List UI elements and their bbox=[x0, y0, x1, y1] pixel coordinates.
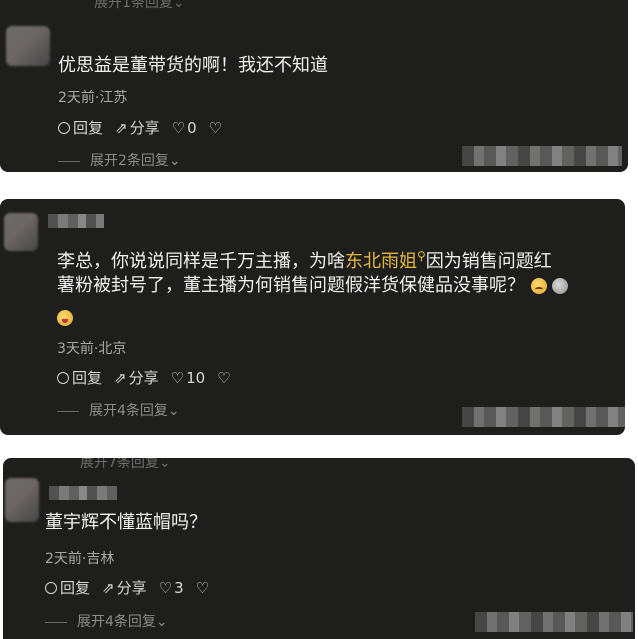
avatar[interactable] bbox=[5, 478, 39, 522]
broken-heart-icon: ♡ bbox=[208, 118, 223, 137]
comment-meta: 3天前·北京 bbox=[57, 341, 127, 357]
comment-text-part: 薯粉被封号了，董主播为何销售问题假洋货保健品没事呢？ bbox=[57, 275, 525, 296]
comment-bubble-icon bbox=[57, 371, 69, 384]
expand-replies-button[interactable]: 展开4条回复⌄ bbox=[57, 400, 180, 420]
divider bbox=[58, 160, 80, 162]
expand-replies-button[interactable]: 展开2条回复⌄ bbox=[58, 150, 181, 170]
share-button[interactable]: ⇗ 分享 bbox=[115, 117, 160, 138]
comment-card: 展开7条回复⌄ 董宇辉不懂蓝帽吗？ 2天前·吉林 回复 ⇗ 分享 ♡ 3 ♡ 展… bbox=[3, 458, 635, 639]
share-button[interactable]: ⇗ 分享 bbox=[102, 577, 147, 598]
share-button[interactable]: ⇗ 分享 bbox=[114, 367, 159, 388]
avatar[interactable] bbox=[4, 213, 38, 251]
like-button[interactable]: ♡ 0 bbox=[172, 119, 197, 137]
reply-button[interactable]: 回复 bbox=[57, 367, 102, 388]
previous-expand-label: 展开7条回复 bbox=[80, 458, 159, 471]
heart-icon: ♡ bbox=[170, 368, 185, 387]
share-arrow-icon: ⇗ bbox=[102, 578, 115, 597]
angry-emoji-icon bbox=[57, 310, 73, 326]
expand-label: 展开2条回复 bbox=[90, 153, 169, 169]
share-label: 分享 bbox=[129, 119, 160, 137]
chevron-down-icon: ⌄ bbox=[155, 614, 168, 630]
comment-actions: 回复 ⇗ 分享 ♡ 0 ♡ bbox=[58, 117, 236, 138]
dislike-button[interactable]: ♡ bbox=[217, 369, 232, 387]
chevron-down-icon: ⌄ bbox=[168, 153, 181, 169]
chevron-down-icon: ⌄ bbox=[167, 403, 180, 419]
comment-meta: 2天前·吉林 bbox=[45, 551, 115, 567]
expand-replies-button[interactable]: 展开4条回复⌄ bbox=[45, 611, 168, 631]
comment-feed: 展开1条回复⌄ 优思益是董带货的啊！我还不知道 2天前·江苏 回复 ⇗ 分享 ♡… bbox=[0, 0, 638, 639]
like-count: 3 bbox=[174, 578, 184, 597]
reply-label: 回复 bbox=[73, 119, 104, 137]
blurred-region bbox=[462, 146, 622, 166]
share-arrow-icon: ⇗ bbox=[115, 118, 128, 137]
like-button[interactable]: ♡ 3 bbox=[159, 579, 184, 597]
crying-emoji-icon bbox=[530, 278, 547, 294]
divider bbox=[45, 621, 67, 623]
comment-bubble-icon bbox=[58, 121, 70, 134]
share-label: 分享 bbox=[116, 579, 147, 597]
comment-text-line3 bbox=[57, 303, 73, 333]
avatar[interactable] bbox=[6, 26, 50, 66]
expand-label: 展开4条回复 bbox=[89, 403, 168, 419]
comment-card: 展开1条回复⌄ 优思益是董带货的啊！我还不知道 2天前·江苏 回复 ⇗ 分享 ♡… bbox=[0, 0, 628, 172]
comment-text: 优思益是董带货的啊！我还不知道 bbox=[58, 55, 328, 76]
like-count: 10 bbox=[186, 368, 206, 387]
previous-expand-replies[interactable]: 展开7条回复⌄ bbox=[80, 458, 171, 472]
keyword-link[interactable]: 东北雨姐 bbox=[345, 251, 417, 272]
dislike-button[interactable]: ♡ bbox=[196, 579, 211, 597]
chevron-down-icon: ⌄ bbox=[172, 0, 185, 11]
username-blurred[interactable] bbox=[48, 214, 104, 228]
chevron-down-icon: ⌄ bbox=[158, 458, 171, 471]
previous-expand-label: 展开1条回复 bbox=[94, 0, 173, 11]
reply-label: 回复 bbox=[60, 579, 91, 597]
reply-button[interactable]: 回复 bbox=[45, 577, 90, 598]
comment-text-line2: 薯粉被封号了，董主播为何销售问题假洋货保健品没事呢？ bbox=[57, 271, 569, 301]
heart-icon: ♡ bbox=[158, 578, 173, 597]
broken-heart-icon: ♡ bbox=[195, 578, 210, 597]
search-icon[interactable]: ⚲ bbox=[417, 249, 426, 263]
share-arrow-icon: ⇗ bbox=[114, 368, 127, 387]
expand-label: 展开4条回复 bbox=[77, 614, 156, 630]
previous-expand-replies[interactable]: 展开1条回复⌄ bbox=[94, 0, 185, 12]
comment-bubble-icon bbox=[45, 581, 57, 594]
blurred-region bbox=[462, 407, 625, 427]
reply-button[interactable]: 回复 bbox=[58, 117, 103, 138]
divider bbox=[57, 410, 79, 412]
broken-heart-icon: ♡ bbox=[217, 368, 231, 387]
cat-emoji-icon bbox=[552, 278, 569, 294]
comment-meta: 2天前·江苏 bbox=[58, 90, 128, 106]
share-label: 分享 bbox=[128, 369, 159, 387]
reply-label: 回复 bbox=[72, 369, 103, 387]
heart-icon: ♡ bbox=[171, 118, 186, 137]
like-count: 0 bbox=[187, 118, 197, 137]
comment-actions: 回复 ⇗ 分享 ♡ 3 ♡ bbox=[45, 577, 223, 598]
comment-text: 董宇辉不懂蓝帽吗？ bbox=[45, 512, 207, 533]
username-blurred[interactable] bbox=[49, 486, 117, 500]
comment-text-part: 李总，你说说同样是千万主播，为啥 bbox=[57, 251, 345, 272]
comment-card: 李总，你说说同样是千万主播，为啥东北雨姐⚲因为销售问题红 薯粉被封号了，董主播为… bbox=[0, 199, 625, 435]
comment-text-part: 因为销售问题红 bbox=[425, 251, 552, 272]
blurred-region bbox=[475, 612, 633, 632]
like-button[interactable]: ♡ 10 bbox=[171, 369, 206, 387]
dislike-button[interactable]: ♡ bbox=[209, 119, 224, 137]
comment-actions: 回复 ⇗ 分享 ♡ 10 ♡ bbox=[57, 367, 245, 388]
